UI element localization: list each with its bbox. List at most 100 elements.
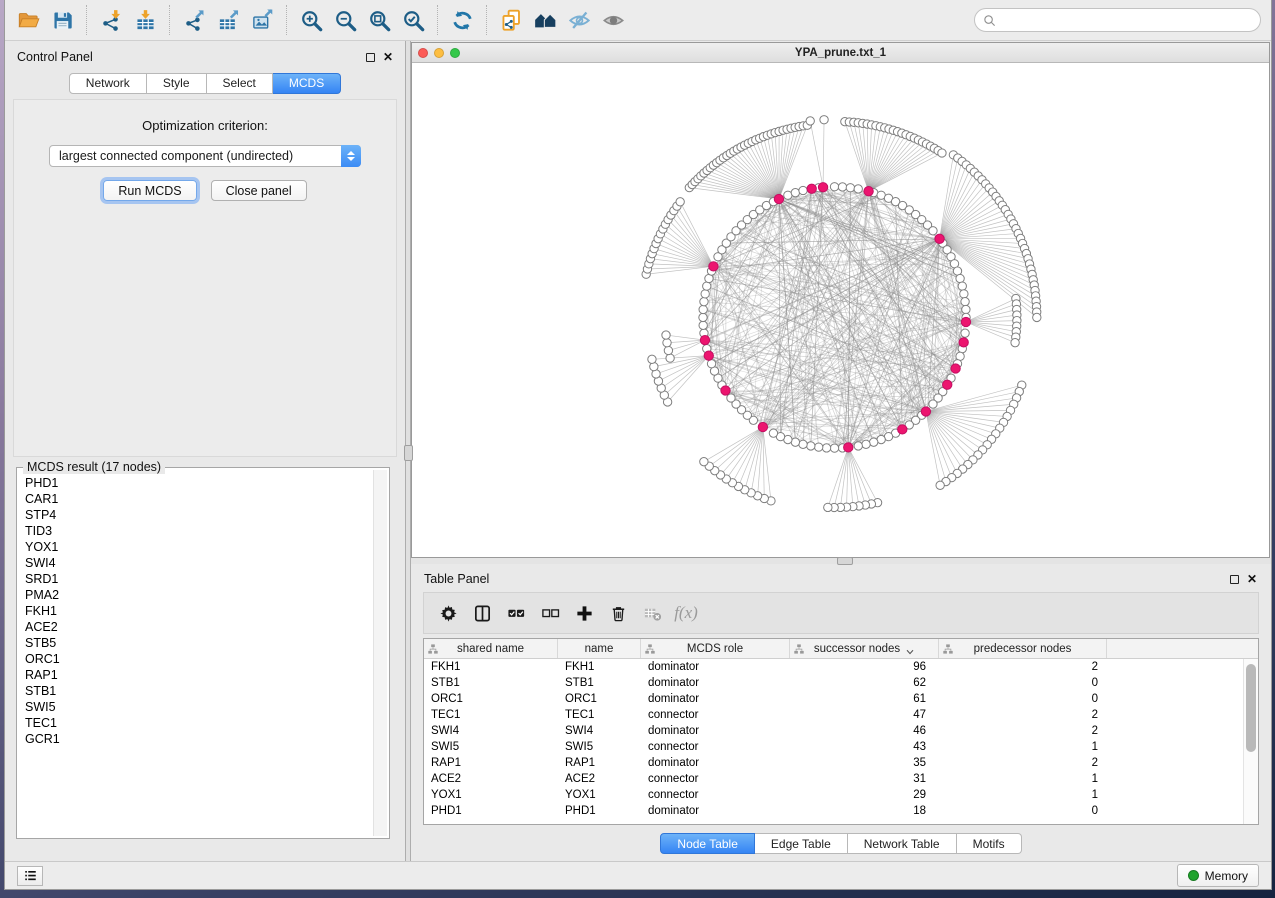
table-cell[interactable]: dominator — [641, 803, 790, 819]
import-table-button[interactable] — [128, 4, 162, 36]
table-row[interactable]: STB1STB1dominator620 — [424, 675, 1243, 691]
run-mcds-button[interactable]: Run MCDS — [103, 180, 196, 201]
table-row[interactable]: ACE2ACE2connector311 — [424, 771, 1243, 787]
table-cell[interactable]: TEC1 — [558, 707, 641, 723]
table-row[interactable]: YOX1YOX1connector291 — [424, 787, 1243, 803]
table-settings-gear-button[interactable] — [434, 598, 462, 628]
tab-style[interactable]: Style — [147, 73, 207, 94]
mcds-node-item[interactable]: STP4 — [25, 507, 372, 523]
tab-network[interactable]: Network — [69, 73, 147, 94]
table-cell[interactable]: dominator — [641, 691, 790, 707]
table-cell[interactable]: FKH1 — [558, 659, 641, 675]
table-cell[interactable]: 96 — [790, 659, 939, 675]
close-panel-icon[interactable]: ✕ — [383, 51, 393, 63]
toggle-columns-button[interactable] — [468, 598, 496, 628]
tab-node-table[interactable]: Node Table — [660, 833, 755, 854]
float-panel-icon[interactable] — [366, 53, 375, 62]
mcds-node-item[interactable]: PHD1 — [25, 475, 372, 491]
mcds-node-item[interactable]: SWI5 — [25, 699, 372, 715]
search-box[interactable] — [974, 8, 1261, 32]
table-cell[interactable]: dominator — [641, 675, 790, 691]
refresh-layout-button[interactable] — [445, 4, 479, 36]
table-cell[interactable]: SWI5 — [558, 739, 641, 755]
delete-entry-button[interactable] — [604, 598, 632, 628]
tab-network-table[interactable]: Network Table — [848, 833, 957, 854]
table-row[interactable]: TEC1TEC1connector472 — [424, 707, 1243, 723]
vertical-splitter[interactable] — [405, 41, 411, 861]
table-cell[interactable]: PHD1 — [558, 803, 641, 819]
table-row[interactable]: RAP1RAP1dominator352 — [424, 755, 1243, 771]
column-header-MCDS-role[interactable]: MCDS role — [641, 639, 790, 658]
table-cell[interactable]: 47 — [790, 707, 939, 723]
table-cell[interactable]: STB1 — [558, 675, 641, 691]
table-cell[interactable]: connector — [641, 771, 790, 787]
export-table-button[interactable] — [211, 4, 245, 36]
table-cell[interactable]: 0 — [939, 803, 1107, 819]
table-scrollbar[interactable] — [1243, 659, 1258, 824]
table-cell[interactable]: 43 — [790, 739, 939, 755]
mcds-node-item[interactable]: SRD1 — [25, 571, 372, 587]
splitter-grip[interactable] — [837, 557, 853, 565]
table-cell[interactable]: SWI4 — [558, 723, 641, 739]
table-cell[interactable]: ACE2 — [424, 771, 558, 787]
network-graph[interactable] — [412, 63, 1269, 557]
search-input[interactable] — [1001, 13, 1252, 27]
column-header-predecessor-nodes[interactable]: predecessor nodes — [939, 639, 1107, 658]
zoom-fit-button[interactable] — [362, 4, 396, 36]
table-cell[interactable]: RAP1 — [558, 755, 641, 771]
mcds-node-item[interactable]: CAR1 — [25, 491, 372, 507]
table-cell[interactable]: 2 — [939, 723, 1107, 739]
table-cell[interactable]: 61 — [790, 691, 939, 707]
memory-button[interactable]: Memory — [1177, 864, 1259, 887]
mcds-node-item[interactable]: STB1 — [25, 683, 372, 699]
table-cell[interactable]: 46 — [790, 723, 939, 739]
table-cell[interactable]: 1 — [939, 787, 1107, 803]
first-neighbors-button[interactable] — [528, 4, 562, 36]
tab-motifs[interactable]: Motifs — [957, 833, 1022, 854]
table-cell[interactable]: connector — [641, 739, 790, 755]
mcds-result-list[interactable]: PHD1CAR1STP4TID3YOX1SWI4SRD1PMA2FKH1ACE2… — [20, 471, 372, 835]
table-cell[interactable]: SWI4 — [424, 723, 558, 739]
close-panel-icon[interactable]: ✕ — [1247, 573, 1257, 585]
table-cell[interactable]: dominator — [641, 755, 790, 771]
table-cell[interactable]: 2 — [939, 755, 1107, 771]
table-cell[interactable]: 31 — [790, 771, 939, 787]
table-cell[interactable]: 2 — [939, 659, 1107, 675]
table-cell[interactable]: 2 — [939, 707, 1107, 723]
table-cell[interactable]: 35 — [790, 755, 939, 771]
mcds-node-item[interactable]: TID3 — [25, 523, 372, 539]
network-window-titlebar[interactable]: YPA_prune.txt_1 — [412, 43, 1269, 63]
float-panel-icon[interactable] — [1230, 575, 1239, 584]
table-cell[interactable]: 62 — [790, 675, 939, 691]
column-header-name[interactable]: name — [558, 639, 641, 658]
import-network-button[interactable] — [94, 4, 128, 36]
column-header-shared-name[interactable]: shared name — [424, 639, 558, 658]
table-cell[interactable]: ACE2 — [558, 771, 641, 787]
tab-select[interactable]: Select — [207, 73, 273, 94]
mcds-node-item[interactable]: GCR1 — [25, 731, 372, 747]
mcds-node-item[interactable]: PMA2 — [25, 587, 372, 603]
table-cell[interactable]: TEC1 — [424, 707, 558, 723]
table-cell[interactable]: STB1 — [424, 675, 558, 691]
show-panels-list-button[interactable] — [17, 866, 43, 886]
hide-selected-button[interactable] — [562, 4, 596, 36]
optimization-criterion-select[interactable]: largest connected component (undirected) — [49, 145, 361, 167]
table-cell[interactable]: PHD1 — [424, 803, 558, 819]
table-cell[interactable]: 1 — [939, 739, 1107, 755]
splitter-grip[interactable] — [404, 445, 413, 461]
open-file-button[interactable] — [11, 4, 45, 36]
table-cell[interactable]: connector — [641, 787, 790, 803]
mcds-node-item[interactable]: ORC1 — [25, 651, 372, 667]
zoom-out-button[interactable] — [328, 4, 362, 36]
table-cell[interactable]: connector — [641, 707, 790, 723]
table-cell[interactable]: 0 — [939, 675, 1107, 691]
mcds-node-item[interactable]: STB5 — [25, 635, 372, 651]
select-all-button[interactable] — [502, 598, 530, 628]
show-all-button[interactable] — [596, 4, 630, 36]
table-cell[interactable]: ORC1 — [558, 691, 641, 707]
table-cell[interactable]: RAP1 — [424, 755, 558, 771]
network-canvas[interactable] — [412, 63, 1269, 557]
column-header-successor-nodes[interactable]: successor nodes — [790, 639, 939, 658]
mcds-node-item[interactable]: SWI4 — [25, 555, 372, 571]
table-row[interactable]: SWI4SWI4dominator462 — [424, 723, 1243, 739]
